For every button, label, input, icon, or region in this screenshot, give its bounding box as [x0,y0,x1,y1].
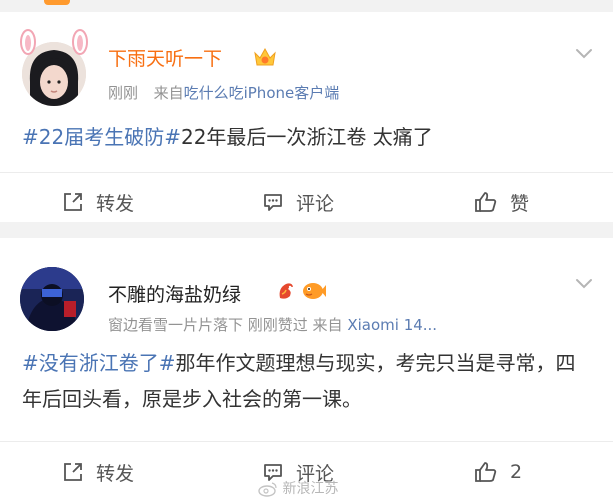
post-text: #没有浙江卷了#那年作文题理想与现实，考完只当是寻常，四年后回头看，原是步入社会… [22,345,593,417]
post-time: 刚刚 [108,84,139,102]
avatar-image [20,267,84,331]
like-icon [475,192,497,212]
username[interactable]: 不雕的海盐奶绿 [108,280,241,307]
repost-icon [64,193,82,211]
bunny-ears-icon [20,29,88,55]
feed-card[interactable]: 下雨天听一下 刚刚 来自吃什么吃iPhone客户端 #22届考生破防#22年最后… [0,12,613,222]
like-icon [475,462,497,482]
orange-tab-accent [44,0,70,5]
source-prefix: 来自 [153,84,184,102]
comment-label: 评论 [296,192,335,215]
action-bar: 转发 评论 赞 [0,180,613,224]
weibo-logo-icon [258,482,277,497]
topic-tag-link[interactable]: #没有浙江卷了# [22,351,176,375]
topic-tag-link[interactable]: #22届考生破防# [22,125,181,149]
chevron-down-icon[interactable] [575,48,593,60]
dragon-emoji [279,283,293,299]
comment-icon [264,194,282,211]
comment-button[interactable]: 评论 [262,180,334,224]
divider [0,441,613,442]
source-app-link[interactable]: 吃什么吃iPhone客户端 [184,84,340,102]
repost-label: 转发 [96,192,135,215]
watermark: 新浪江苏 [258,478,338,498]
feed-card[interactable]: 不雕的海盐奶绿 窗边看雪一片片落下 刚刚赞过 来自 Xiaomi 14... #… [0,238,613,500]
post-text: #22届考生破防#22年最后一次浙江卷 太痛了 [22,119,593,155]
username[interactable]: 下雨天听一下 [108,44,222,71]
repost-button[interactable]: 转发 [62,450,134,494]
divider [0,172,613,173]
like-button[interactable]: 赞 [474,180,529,224]
fish-emoji [303,283,326,299]
repost-button[interactable]: 转发 [62,180,134,224]
like-label: 赞 [510,192,530,215]
like-button[interactable]: 2 [474,450,522,494]
meta-text: 窗边看雪一片片落下 刚刚赞过 来自 [108,316,343,334]
crown-badge-icon [254,47,276,66]
watermark-text: 新浪江苏 [282,481,339,497]
previous-card-edge [0,0,613,10]
chevron-down-icon[interactable] [575,278,593,290]
post-body: 22年最后一次浙江卷 太痛了 [180,125,433,149]
like-count: 2 [510,461,523,483]
post-meta: 窗边看雪一片片落下 刚刚赞过 来自 Xiaomi 14... [108,314,437,335]
source-app-link[interactable]: Xiaomi 14... [347,316,437,334]
avatar[interactable] [20,267,84,331]
repost-label: 转发 [96,462,135,485]
post-meta: 刚刚 来自吃什么吃iPhone客户端 [108,82,339,103]
repost-icon [64,463,82,481]
